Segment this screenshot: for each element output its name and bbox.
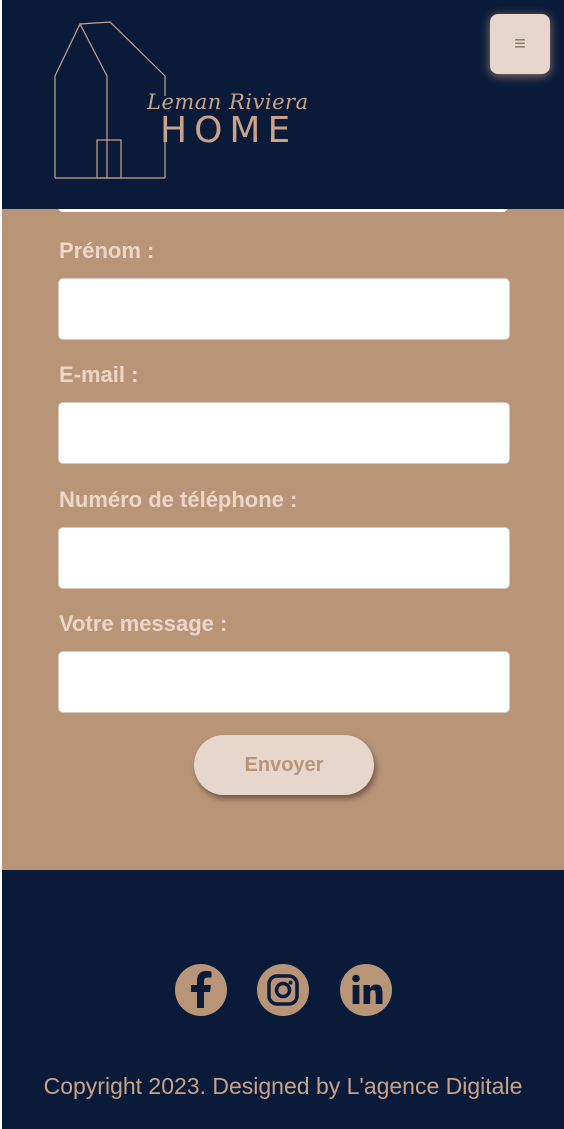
site-footer: Copyright 2023. Designed by L'agence Dig… bbox=[2, 870, 564, 1129]
page: Prénom : E-mail : Numéro de téléphone : … bbox=[2, 0, 564, 1129]
copyright-text: Copyright 2023. Designed by L'agence Dig… bbox=[43, 1073, 523, 1099]
logo-home-text: HOME bbox=[160, 110, 298, 151]
firstname-label: Prénom : bbox=[59, 238, 155, 263]
message-input[interactable] bbox=[58, 651, 510, 713]
phone-input[interactable] bbox=[58, 527, 510, 589]
hamburger-icon: ≡ bbox=[514, 32, 526, 55]
linkedin-icon bbox=[352, 974, 383, 1004]
email-input[interactable] bbox=[58, 402, 510, 464]
facebook-icon bbox=[191, 971, 212, 1008]
firstname-input[interactable] bbox=[58, 278, 510, 340]
site-header: Leman Riviera HOME ≡ bbox=[2, 0, 564, 209]
send-button[interactable]: Envoyer bbox=[194, 735, 374, 795]
message-label: Votre message : bbox=[59, 611, 228, 636]
instagram-icon bbox=[267, 974, 299, 1006]
instagram-link[interactable] bbox=[257, 964, 309, 1016]
facebook-link[interactable] bbox=[175, 964, 227, 1016]
logo[interactable]: Leman Riviera HOME bbox=[52, 18, 308, 183]
email-label: E-mail : bbox=[59, 362, 139, 387]
linkedin-link[interactable] bbox=[340, 964, 392, 1016]
phone-label: Numéro de téléphone : bbox=[59, 487, 298, 512]
menu-button[interactable]: ≡ bbox=[490, 14, 550, 74]
